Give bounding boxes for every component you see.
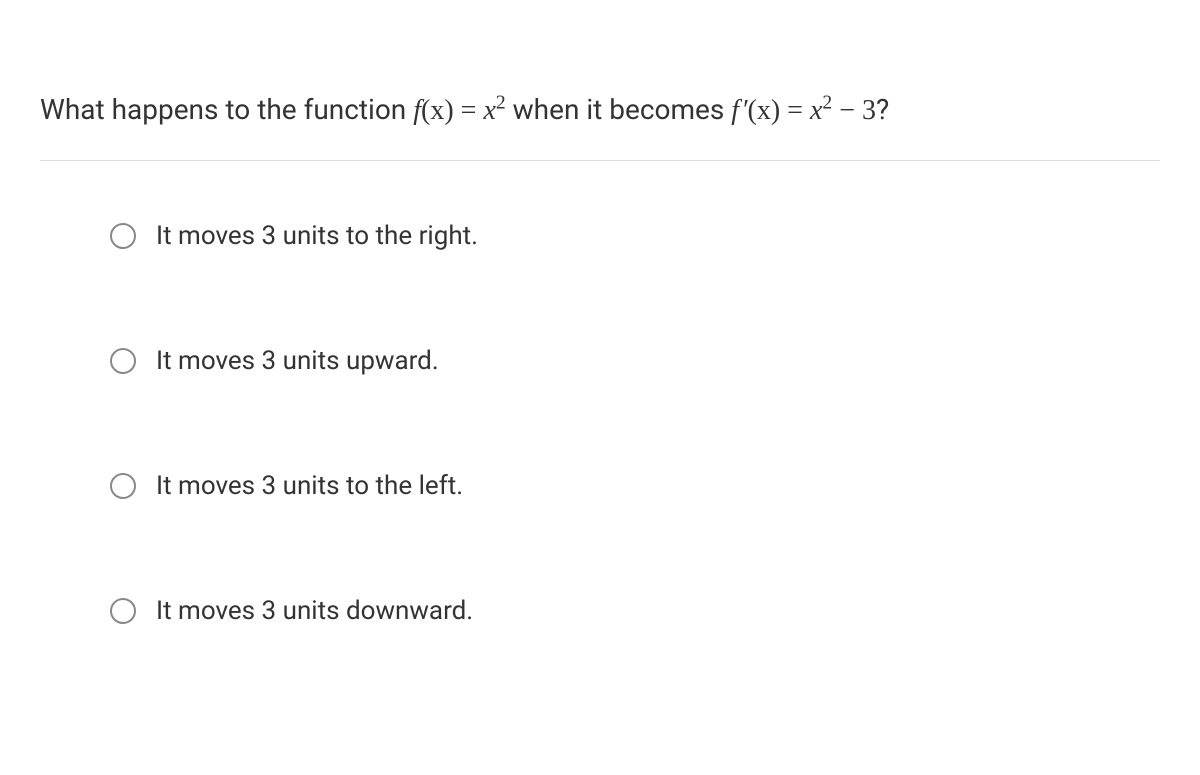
question-suffix: ? [876,93,889,126]
radio-icon [110,223,136,249]
func1-name: f [413,95,421,126]
func1-var: x [483,95,495,126]
question-prefix: What happens to the function [40,93,413,126]
func2-var: x [810,95,822,126]
radio-icon [110,473,136,499]
radio-icon [110,348,136,374]
question-container: What happens to the function f(x) = x2 w… [0,0,1200,666]
question-text: What happens to the function f(x) = x2 w… [40,90,1160,130]
option-label: It moves 3 units to the left. [156,471,463,501]
func1-arg: (x) [421,95,454,126]
func2-arg: (x) [748,95,781,126]
func2-exp: 2 [822,93,832,114]
divider [40,160,1160,161]
func2-name: f ′ [731,95,747,126]
option-4[interactable]: It moves 3 units downward. [110,596,1160,626]
options-list: It moves 3 units to the right. It moves … [40,221,1160,626]
question-mid: when it becomes [506,93,732,126]
func2-eq: = [780,95,810,126]
option-1[interactable]: It moves 3 units to the right. [110,221,1160,251]
func1-eq: = [454,95,484,126]
option-3[interactable]: It moves 3 units to the left. [110,471,1160,501]
option-label: It moves 3 units upward. [156,346,439,376]
func1-exp: 2 [496,93,506,114]
option-label: It moves 3 units downward. [156,596,473,626]
radio-icon [110,598,136,624]
func2-tail: − 3 [832,95,876,126]
option-label: It moves 3 units to the right. [156,221,478,251]
option-2[interactable]: It moves 3 units upward. [110,346,1160,376]
